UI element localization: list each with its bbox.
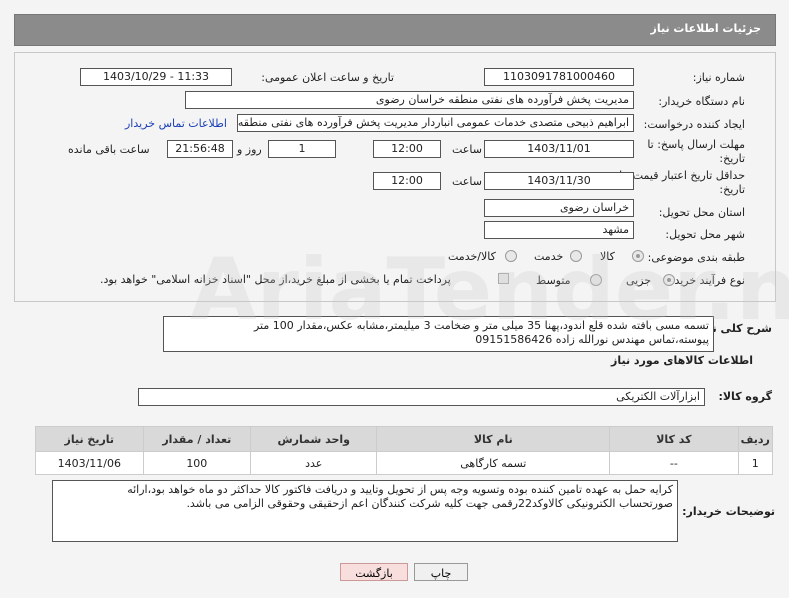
goods-group-label: گروه کالا: xyxy=(718,390,772,403)
process-medium-label: متوسط xyxy=(536,274,571,287)
col-qty: تعداد / مقدار xyxy=(142,426,252,452)
summary-text[interactable]: تسمه مسی بافته شده قلع اندود،پهنا 35 میل… xyxy=(163,316,714,352)
city-field[interactable]: مشهد xyxy=(484,221,634,239)
process-small-radio[interactable] xyxy=(663,274,675,286)
buyer-org-label: نام دستگاه خریدار: xyxy=(658,95,745,108)
process-label: نوع فرآیند خرید : xyxy=(667,274,745,287)
announce-label: تاریخ و ساعت اعلان عمومی: xyxy=(261,71,394,84)
col-date: تاریخ نیاز xyxy=(35,426,144,452)
treasury-payment-note: پرداخت تمام یا بخشی از مبلغ خرید،از محل … xyxy=(100,273,451,286)
deadline-time-field[interactable]: 12:00 xyxy=(373,140,441,158)
cell-date: 1403/11/06 xyxy=(35,451,144,475)
goods-section-title: اطلاعات کالاهای مورد نیاز xyxy=(611,354,753,367)
requester-label: ایجاد کننده درخواست: xyxy=(643,118,745,131)
col-row: ردیف xyxy=(737,426,774,452)
category-both-radio[interactable] xyxy=(505,250,517,262)
cell-name: تسمه کارگاهی xyxy=(376,451,611,475)
col-name: نام کالا xyxy=(376,426,611,452)
category-service-label: خدمت xyxy=(534,250,564,263)
city-label: شهر محل تحویل: xyxy=(665,228,745,241)
table-row[interactable]: 1 -- تسمه کارگاهی عدد 100 1403/11/06 xyxy=(35,451,774,475)
process-medium-radio[interactable] xyxy=(590,274,602,286)
province-field[interactable]: خراسان رضوی xyxy=(484,199,634,217)
validity-time-field[interactable]: 12:00 xyxy=(373,172,441,190)
remaining-label: ساعت باقی مانده xyxy=(68,143,150,156)
category-label: طبقه بندی موضوعی: xyxy=(647,251,745,264)
back-button[interactable]: بازگشت xyxy=(340,563,408,581)
page-header: جزئیات اطلاعات نیاز xyxy=(14,14,776,46)
summary-line-2: پیوسته،تماس مهندس نورالله زاده 091515864… xyxy=(475,333,709,346)
validity-label: حداقل تاریخ اعتبار قیمت: تا xyxy=(619,169,745,182)
col-unit: واحد شمارش xyxy=(250,426,378,452)
cell-unit: عدد xyxy=(250,451,378,475)
print-button[interactable]: چاپ xyxy=(414,563,468,581)
days-field[interactable]: 1 xyxy=(268,140,336,158)
buyer-org-field[interactable]: مدیریت پخش فرآورده های نفتی منطقه خراسان… xyxy=(185,91,634,109)
buyer-notes-line-1: کرایه حمل به عهده تامین کننده بوده وتسوی… xyxy=(127,483,673,496)
need-number-field[interactable]: 1103091781000460 xyxy=(484,68,634,86)
process-small-label: جزیی xyxy=(626,274,652,287)
deadline-label: مهلت ارسال پاسخ: تا xyxy=(647,138,745,151)
validity-date-field[interactable]: 1403/11/30 xyxy=(484,172,634,190)
deadline-time-label: ساعت xyxy=(452,143,482,156)
need-number-label: شماره نیاز: xyxy=(692,71,745,84)
remaining-time-field[interactable]: 21:56:48 xyxy=(167,140,233,158)
buyer-notes-text[interactable]: کرایه حمل به عهده تامین کننده بوده وتسوی… xyxy=(52,480,678,542)
goods-group-field[interactable]: ابزارآلات الکتریکی xyxy=(138,388,705,406)
validity-time-label: ساعت xyxy=(452,175,482,188)
days-label: روز و xyxy=(237,143,262,156)
cell-qty: 100 xyxy=(142,451,252,475)
province-label: استان محل تحویل: xyxy=(658,206,745,219)
buyer-notes-line-2: صورتحساب الکترونیکی کالاوکد22رقمی جهت کل… xyxy=(186,497,673,510)
cell-row: 1 xyxy=(737,451,774,475)
category-service-radio[interactable] xyxy=(570,250,582,262)
treasury-payment-checkbox[interactable] xyxy=(498,273,509,284)
validity-date-label: تاریخ: xyxy=(719,183,745,196)
table-header-row: ردیف کد کالا نام کالا واحد شمارش تعداد /… xyxy=(35,426,774,452)
category-goods-label: کالا xyxy=(600,250,615,263)
category-both-label: کالا/خدمت xyxy=(448,250,496,263)
page-title: جزئیات اطلاعات نیاز xyxy=(650,22,762,35)
buyer-contact-link[interactable]: اطلاعات تماس خریدار xyxy=(125,117,227,130)
deadline-date-label: تاریخ: xyxy=(719,152,745,165)
cell-code: -- xyxy=(609,451,739,475)
deadline-date-field[interactable]: 1403/11/01 xyxy=(484,140,634,158)
announce-field[interactable]: 1403/10/29 - 11:33 xyxy=(80,68,232,86)
buyer-notes-label: توضیحات خریدار: xyxy=(682,505,775,518)
col-code: کد کالا xyxy=(609,426,739,452)
goods-table: ردیف کد کالا نام کالا واحد شمارش تعداد /… xyxy=(35,426,774,475)
requester-field[interactable]: ابراهیم ذبیحی متصدی خدمات عمومی انباردار… xyxy=(237,114,634,132)
summary-line-1: تسمه مسی بافته شده قلع اندود،پهنا 35 میل… xyxy=(253,319,709,332)
category-goods-radio[interactable] xyxy=(632,250,644,262)
